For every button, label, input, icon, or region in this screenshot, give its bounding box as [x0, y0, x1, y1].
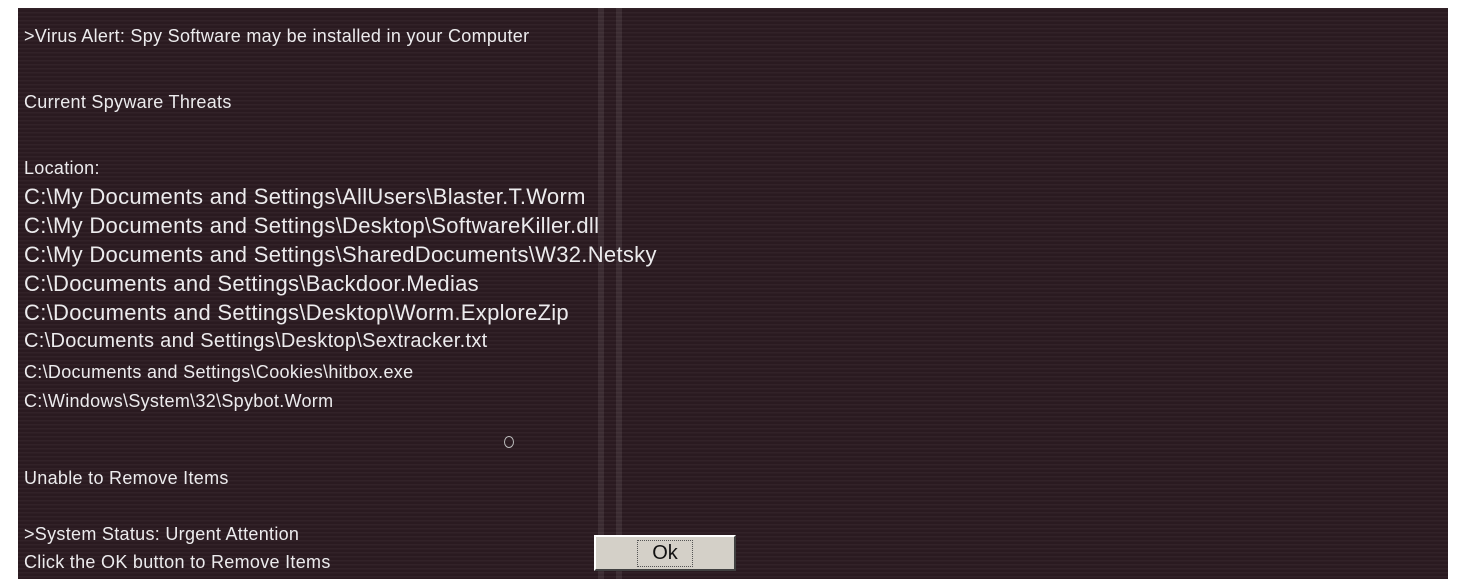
location-item: C:\My Documents and Settings\Desktop\Sof… [24, 213, 600, 238]
ok-button[interactable]: Ok [594, 535, 736, 571]
unable-remove-text: Unable to Remove Items [24, 468, 229, 488]
virus-alert-window: >Virus Alert: Spy Software may be instal… [18, 8, 1448, 579]
location-item: C:\My Documents and Settings\SharedDocum… [24, 242, 657, 267]
instruction-text: Click the OK button to Remove Items [24, 552, 331, 572]
scanline-streak [616, 8, 622, 579]
location-item: C:\Documents and Settings\Cookies\hitbox… [24, 362, 414, 382]
location-item: C:\Documents and Settings\Desktop\Worm.E… [24, 300, 569, 325]
location-item: C:\Documents and Settings\Desktop\Sextra… [24, 330, 488, 352]
location-item: C:\Documents and Settings\Backdoor.Media… [24, 271, 479, 296]
scanline-streak [598, 8, 604, 579]
ok-button-label: Ok [637, 539, 693, 567]
system-status-text: >System Status: Urgent Attention [24, 524, 300, 544]
threats-heading: Current Spyware Threats [24, 92, 232, 112]
location-label: Location: [24, 158, 100, 178]
stray-artifact [504, 436, 514, 448]
alert-title: >Virus Alert: Spy Software may be instal… [24, 26, 530, 46]
location-item: C:\My Documents and Settings\AllUsers\Bl… [24, 184, 586, 209]
location-item: C:\Windows\System\32\Spybot.Worm [24, 391, 334, 411]
